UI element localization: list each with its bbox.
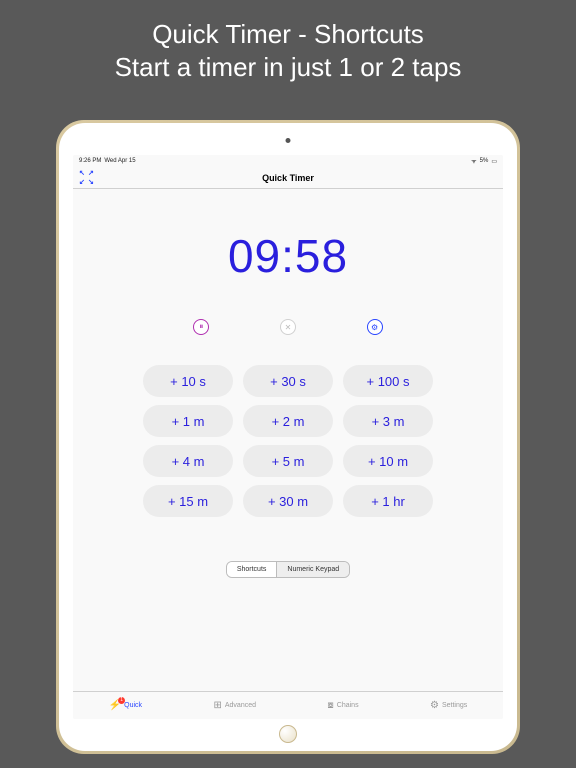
promo-line-1: Quick Timer - Shortcuts [0, 18, 576, 51]
tab-label: Quick [124, 702, 142, 709]
page-title: Quick Timer [262, 173, 314, 183]
app-screen: 9:26 PM Wed Apr 15 ᯤ 5% ▭ Quick Timer 09… [73, 155, 503, 719]
segment-numeric-keypad[interactable]: Numeric Keypad [276, 562, 349, 577]
preset-button[interactable]: + 1 hr [343, 485, 433, 517]
preset-button[interactable]: + 10 m [343, 445, 433, 477]
timer-controls: ⏸ ✕ ⚙ [158, 319, 418, 335]
tab-chains[interactable]: ⧇ Chains [327, 700, 358, 711]
segment-shortcuts[interactable]: Shortcuts [227, 562, 277, 577]
tab-advanced[interactable]: ⊞ Advanced [213, 700, 256, 711]
tab-bar: ⚡ 1 Quick ⊞ Advanced ⧇ Chains ⚙ Settings [73, 691, 503, 719]
pause-icon: ⏸ [199, 322, 203, 332]
preset-button[interactable]: + 30 m [243, 485, 333, 517]
bolt-icon: ⚡ 1 [109, 700, 121, 711]
battery-percent: 5% [480, 158, 489, 164]
home-button[interactable] [279, 725, 297, 743]
tab-settings[interactable]: ⚙ Settings [430, 700, 467, 711]
camera-dot [286, 138, 291, 143]
cancel-icon: ✕ [285, 323, 292, 332]
mode-segmented-control[interactable]: Shortcuts Numeric Keypad [226, 561, 350, 578]
preset-button[interactable]: + 100 s [343, 365, 433, 397]
fullscreen-icon[interactable] [79, 170, 96, 187]
timer-display: 09:58 [228, 229, 348, 283]
tab-label: Chains [337, 702, 359, 709]
preset-button[interactable]: + 5 m [243, 445, 333, 477]
preset-button[interactable]: + 30 s [243, 365, 333, 397]
content-area: 09:58 ⏸ ✕ ⚙ + 10 s + 30 s + 100 s [73, 189, 503, 691]
preset-grid: + 10 s + 30 s + 100 s + 1 m + 2 m + 3 m … [143, 365, 433, 517]
status-date: Wed Apr 15 [104, 158, 135, 164]
wifi-icon: ᯤ [471, 157, 476, 165]
gear-icon: ⚙ [430, 700, 439, 711]
timer-settings-button[interactable]: ⚙ [367, 319, 383, 335]
chains-icon: ⧇ [327, 700, 333, 711]
promo-line-2: Start a timer in just 1 or 2 taps [0, 51, 576, 84]
tab-label: Advanced [225, 702, 256, 709]
nav-bar: Quick Timer [73, 167, 503, 189]
tab-label: Settings [442, 702, 467, 709]
tab-quick[interactable]: ⚡ 1 Quick [109, 700, 142, 711]
preset-button[interactable]: + 2 m [243, 405, 333, 437]
status-time: 9:26 PM [79, 158, 101, 164]
preset-button[interactable]: + 4 m [143, 445, 233, 477]
grid-icon: ⊞ [213, 700, 221, 711]
status-bar: 9:26 PM Wed Apr 15 ᯤ 5% ▭ [73, 155, 503, 167]
preset-button[interactable]: + 15 m [143, 485, 233, 517]
preset-button[interactable]: + 10 s [143, 365, 233, 397]
preset-button[interactable]: + 1 m [143, 405, 233, 437]
preset-button[interactable]: + 3 m [343, 405, 433, 437]
cancel-button[interactable]: ✕ [280, 319, 296, 335]
pause-button[interactable]: ⏸ [193, 319, 209, 335]
battery-icon: ▭ [491, 158, 497, 165]
gear-icon: ⚙ [371, 323, 378, 332]
ipad-device-frame: 9:26 PM Wed Apr 15 ᯤ 5% ▭ Quick Timer 09… [56, 120, 520, 754]
promo-heading: Quick Timer - Shortcuts Start a timer in… [0, 0, 576, 83]
